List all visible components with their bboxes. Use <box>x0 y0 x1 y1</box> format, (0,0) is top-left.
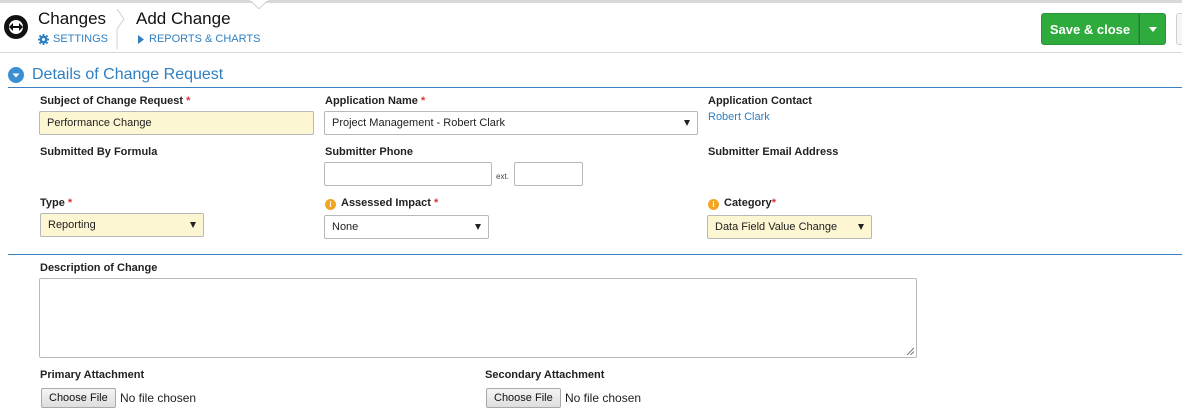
application-name-value: Project Management - Robert Clark <box>332 117 506 129</box>
assessed-impact-value: None <box>332 221 359 233</box>
save-button-group: Save & close <box>1041 13 1166 45</box>
select-arrow-icon <box>858 224 864 230</box>
collapse-icon[interactable] <box>8 67 24 83</box>
ext-label: ext. <box>496 172 509 181</box>
description-textarea[interactable] <box>39 278 917 358</box>
settings-link[interactable]: SETTINGS <box>38 33 108 45</box>
chevron-down-icon <box>1148 26 1157 32</box>
secondary-attachment-label: Secondary Attachment <box>485 369 605 381</box>
app-header: Changes SETTINGS Add Change REPORTS & CH… <box>0 3 1182 53</box>
select-arrow-icon <box>475 224 481 230</box>
settings-label: SETTINGS <box>53 33 109 45</box>
info-icon[interactable]: i <box>708 199 719 210</box>
description-label: Description of Change <box>40 262 158 274</box>
secondary-file-status: No file chosen <box>565 391 642 405</box>
primary-attachment-label: Primary Attachment <box>40 369 145 381</box>
app-logo-icon[interactable] <box>4 15 28 39</box>
play-icon <box>138 34 144 44</box>
submitter-email-label: Submitter Email Address <box>708 146 839 158</box>
info-icon[interactable]: i <box>325 199 336 210</box>
category-label: i Category* <box>708 197 776 210</box>
breadcrumb-changes[interactable]: Changes <box>38 9 106 29</box>
select-arrow-icon <box>190 222 196 228</box>
subject-label: Subject of Change Request * <box>40 95 191 107</box>
page-title: Add Change <box>136 9 231 28</box>
breadcrumb-separator <box>116 9 125 49</box>
select-arrow-icon <box>684 120 690 126</box>
section-title: Details of Change Request <box>32 66 224 83</box>
resize-handle-icon[interactable] <box>906 347 914 355</box>
primary-choose-file-button[interactable]: Choose File <box>41 388 116 408</box>
section-divider-2 <box>8 254 1182 255</box>
save-close-button[interactable]: Save & close <box>1041 13 1139 45</box>
gear-icon <box>38 33 49 45</box>
more-button[interactable] <box>1176 13 1182 45</box>
secondary-choose-file-button[interactable]: Choose File <box>486 388 561 408</box>
assessed-impact-label: i Assessed Impact * <box>325 197 438 210</box>
reports-label: REPORTS & CHARTS <box>149 33 261 45</box>
subject-input[interactable]: Performance Change <box>39 111 314 135</box>
type-select[interactable]: Reporting <box>40 213 204 237</box>
submitter-phone-input[interactable] <box>324 162 492 186</box>
section-divider <box>8 87 1182 88</box>
application-name-label: Application Name * <box>325 95 426 107</box>
application-contact-link[interactable]: Robert Clark <box>708 111 770 123</box>
submitter-phone-label: Submitter Phone <box>325 146 414 158</box>
assessed-impact-select[interactable]: None <box>324 215 489 239</box>
submitted-by-label: Submitted By Formula <box>40 146 158 158</box>
reports-charts-link[interactable]: REPORTS & CHARTS <box>138 33 260 45</box>
application-name-select[interactable]: Project Management - Robert Clark <box>324 111 698 135</box>
phone-ext-input[interactable] <box>514 162 583 186</box>
primary-file-status: No file chosen <box>120 391 197 405</box>
save-options-dropdown[interactable] <box>1139 13 1166 45</box>
type-label: Type * <box>40 197 73 209</box>
category-select[interactable]: Data Field Value Change <box>707 215 872 239</box>
section-header[interactable]: Details of Change Request <box>8 66 223 84</box>
type-value: Reporting <box>48 219 96 231</box>
category-value: Data Field Value Change <box>715 221 838 233</box>
application-contact-label: Application Contact <box>708 95 812 107</box>
